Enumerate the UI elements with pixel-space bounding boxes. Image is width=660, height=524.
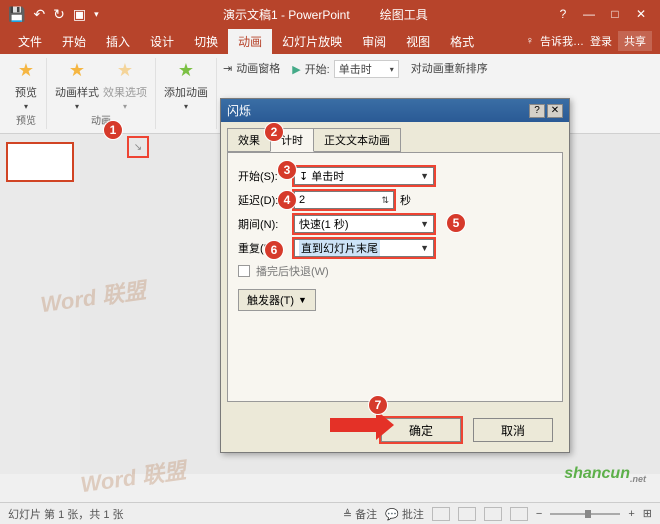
- title-bar: 💾 ↶ ↻ ▣ ▾ 演示文稿1 - PowerPoint 绘图工具 ? — □ …: [0, 0, 660, 28]
- rewind-checkbox[interactable]: [238, 265, 250, 277]
- annotation-marker: 1: [103, 120, 123, 140]
- annotation-marker: 4: [277, 190, 297, 210]
- zoom-in-button[interactable]: +: [628, 508, 634, 520]
- tab-home[interactable]: 开始: [52, 29, 96, 54]
- annotation-marker: 3: [277, 160, 297, 180]
- tab-transition[interactable]: 切换: [184, 29, 228, 54]
- dialog-title: 闪烁: [227, 102, 251, 119]
- click-icon: ↧: [299, 171, 308, 183]
- tab-design[interactable]: 设计: [140, 29, 184, 54]
- dialog-help-icon[interactable]: ?: [529, 104, 545, 118]
- close-icon[interactable]: ✕: [632, 7, 650, 21]
- play-icon: ▶: [292, 63, 300, 76]
- annotation-marker: 5: [446, 213, 466, 233]
- tab-review[interactable]: 审阅: [352, 29, 396, 54]
- dialog-tab-textanim[interactable]: 正文文本动画: [313, 128, 401, 152]
- fit-to-window-icon[interactable]: ⊞: [643, 507, 652, 520]
- timing-dialog: 闪烁 ? ✕ 效果 计时 正文文本动画 开始(S): ↧ 单击时 ▼ 延迟(D)…: [220, 98, 570, 453]
- group-preview-label: 预览: [16, 112, 36, 129]
- slideshow-view-icon[interactable]: [510, 507, 528, 521]
- chevron-down-icon: ▼: [298, 295, 307, 305]
- notes-button[interactable]: ≜ 备注: [343, 506, 377, 522]
- tab-format[interactable]: 格式: [440, 29, 484, 54]
- tab-slideshow[interactable]: 幻灯片放映: [272, 29, 352, 54]
- minimize-icon[interactable]: —: [580, 7, 598, 21]
- tab-animation[interactable]: 动画: [228, 29, 272, 54]
- animation-styles-icon: ★: [65, 58, 89, 82]
- duration-field-label: 期间(N):: [238, 216, 294, 232]
- status-bar: 幻灯片 第 1 张，共 1 张 ≜ 备注 💬 批注 − + ⊞: [0, 502, 660, 524]
- duration-dropdown[interactable]: 快速(1 秒) ▼: [294, 215, 434, 233]
- sorter-view-icon[interactable]: [458, 507, 476, 521]
- chevron-down-icon: ▼: [420, 171, 429, 181]
- rewind-label: 播完后快退(W): [256, 263, 329, 279]
- start-dropdown[interactable]: ↧ 单击时 ▼: [294, 167, 434, 185]
- undo-icon[interactable]: ↶: [33, 6, 45, 23]
- animation-pane-button[interactable]: ⇥ 动画窗格: [223, 60, 280, 76]
- watermark-shancun: shancun.net: [564, 465, 646, 484]
- normal-view-icon[interactable]: [432, 507, 450, 521]
- delay-spinner[interactable]: 2 ⇅: [294, 191, 394, 209]
- slide-thumbnail-panel: 1: [0, 134, 80, 474]
- tell-me-text[interactable]: 告诉我…: [540, 33, 584, 49]
- chevron-down-icon: ▼: [420, 243, 429, 253]
- document-title: 演示文稿1 - PowerPoint: [223, 6, 350, 23]
- add-animation-icon: ★: [174, 58, 198, 82]
- quick-access-toolbar: 💾 ↶ ↻ ▣ ▾: [0, 6, 107, 23]
- add-animation-button[interactable]: ★ 添加动画 ▾: [164, 58, 208, 111]
- save-icon[interactable]: 💾: [8, 6, 25, 23]
- tell-me-icon[interactable]: ♀: [526, 35, 534, 47]
- zoom-slider[interactable]: [550, 513, 620, 515]
- effect-options-icon: ★: [113, 58, 137, 82]
- annotation-marker: 2: [264, 122, 284, 142]
- chevron-down-icon: ▼: [420, 219, 429, 229]
- start-slideshow-icon[interactable]: ▣: [73, 6, 86, 23]
- redo-icon[interactable]: ↻: [53, 6, 65, 23]
- dialog-titlebar[interactable]: 闪烁 ? ✕: [221, 99, 569, 122]
- ribbon-tabs: 文件 开始 插入 设计 切换 动画 幻灯片放映 审阅 视图 格式 ♀ 告诉我… …: [0, 28, 660, 54]
- tab-view[interactable]: 视图: [396, 29, 440, 54]
- animation-styles-button[interactable]: ★ 动画样式 ▾: [55, 58, 99, 111]
- repeat-dropdown[interactable]: 直到幻灯片末尾 ▼: [294, 239, 434, 257]
- dialog-body: 开始(S): ↧ 单击时 ▼ 延迟(D): 2 ⇅ 秒 期间(N): 快速(1 …: [227, 152, 563, 402]
- start-dropdown[interactable]: 单击时 ▾: [334, 60, 399, 78]
- effect-options-button[interactable]: ★ 效果选项 ▾: [103, 58, 147, 111]
- share-button[interactable]: 共享: [618, 31, 652, 51]
- tab-file[interactable]: 文件: [8, 29, 52, 54]
- context-tab-label: 绘图工具: [380, 6, 428, 23]
- preview-icon: ★: [14, 58, 38, 82]
- reading-view-icon[interactable]: [484, 507, 502, 521]
- preview-label: 预览: [15, 84, 37, 100]
- ribbon-hide-icon[interactable]: ?: [554, 7, 572, 21]
- cancel-button[interactable]: 取消: [473, 418, 553, 442]
- start-label: 开始:: [305, 61, 330, 77]
- effect-options-label: 效果选项: [103, 84, 147, 100]
- maximize-icon[interactable]: □: [606, 7, 624, 21]
- tab-insert[interactable]: 插入: [96, 29, 140, 54]
- animation-styles-label: 动画样式: [55, 84, 99, 100]
- signin-link[interactable]: 登录: [590, 33, 612, 49]
- qat-dropdown-icon[interactable]: ▾: [94, 9, 99, 20]
- annotation-marker: 7: [368, 395, 388, 415]
- delay-suffix: 秒: [400, 192, 411, 208]
- reorder-label: 对动画重新排序: [411, 60, 488, 76]
- spinner-icon: ⇅: [381, 195, 389, 206]
- zoom-out-button[interactable]: −: [536, 508, 542, 520]
- annotation-marker: 6: [264, 240, 284, 260]
- animation-pane-icon: ⇥: [223, 62, 232, 75]
- chevron-down-icon: ▾: [390, 65, 394, 74]
- slide-counter: 幻灯片 第 1 张，共 1 张: [8, 506, 124, 522]
- trigger-button[interactable]: 触发器(T) ▼: [238, 289, 316, 311]
- add-animation-label: 添加动画: [164, 84, 208, 100]
- slide-thumbnail[interactable]: 1: [6, 142, 74, 182]
- preview-button[interactable]: ★ 预览 ▾: [14, 58, 38, 111]
- comments-button[interactable]: 💬 批注: [385, 506, 424, 522]
- dialog-close-icon[interactable]: ✕: [547, 104, 563, 118]
- dialog-launcher-icon[interactable]: ↘: [127, 136, 149, 158]
